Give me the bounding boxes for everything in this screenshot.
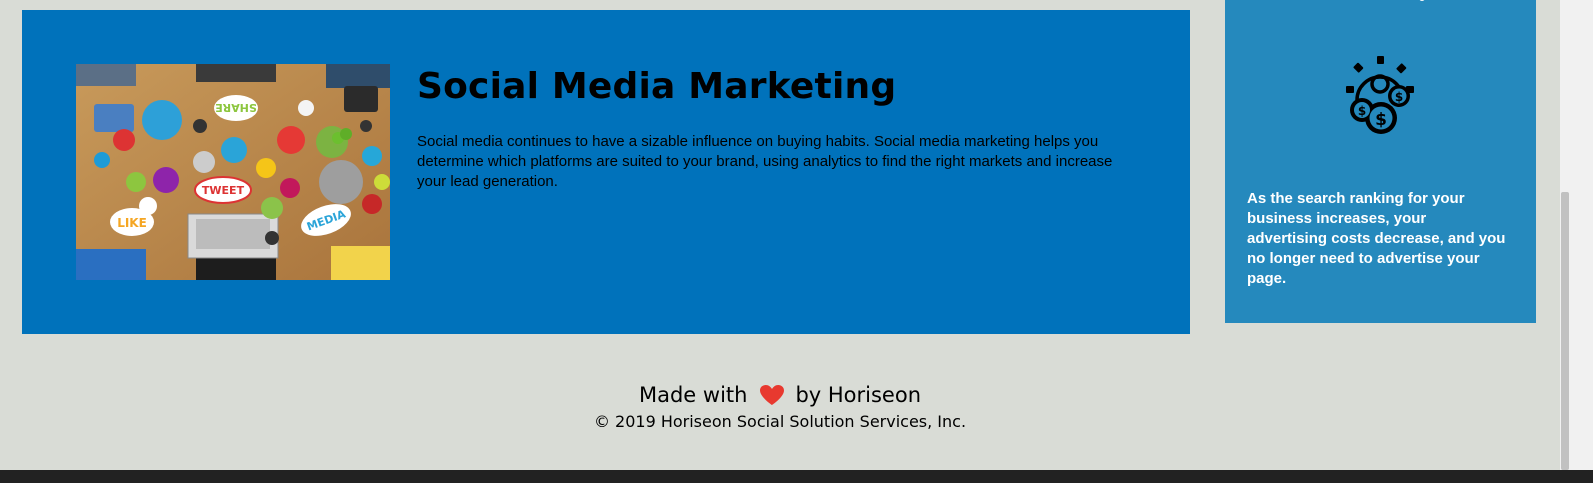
social-media-image: SHARE TWEET LIKE MEDIA [76,64,390,280]
social-media-illustration: SHARE TWEET LIKE MEDIA [76,64,390,280]
svg-text:$: $ [1375,110,1387,130]
share-bubble-label: SHARE [215,101,257,114]
made-with-suffix: by Horiseon [795,383,922,407]
page-footer: Made with by Horiseon © 2019 Horiseon So… [0,380,1560,432]
cost-benefit-card: $ $ $ As the search ranking for your bus… [1225,0,1536,323]
cost-savings-gear-icon: $ $ $ [1346,56,1414,134]
made-with-prefix: Made with [638,383,748,407]
svg-text:$: $ [1358,104,1366,118]
made-with-line: Made with by Horiseon [639,380,921,410]
bottom-edge-bar [0,470,1593,483]
copyright-text: © 2019 Horiseon Social Solution Services… [593,412,967,431]
heart-icon [760,385,785,405]
social-media-marketing-section: SHARE TWEET LIKE MEDIA Social Media Mark… [22,10,1190,334]
benefit-description: As the search ranking for your business … [1247,190,1506,287]
scrollbar-thumb[interactable] [1561,192,1569,470]
section-description: Social media continues to have a sizable… [417,133,1113,190]
tweet-bubble-label: TWEET [202,184,245,197]
section-title: Social Media Marketing [417,66,897,107]
like-bubble-label: LIKE [117,216,147,230]
svg-text:$: $ [1395,90,1403,104]
